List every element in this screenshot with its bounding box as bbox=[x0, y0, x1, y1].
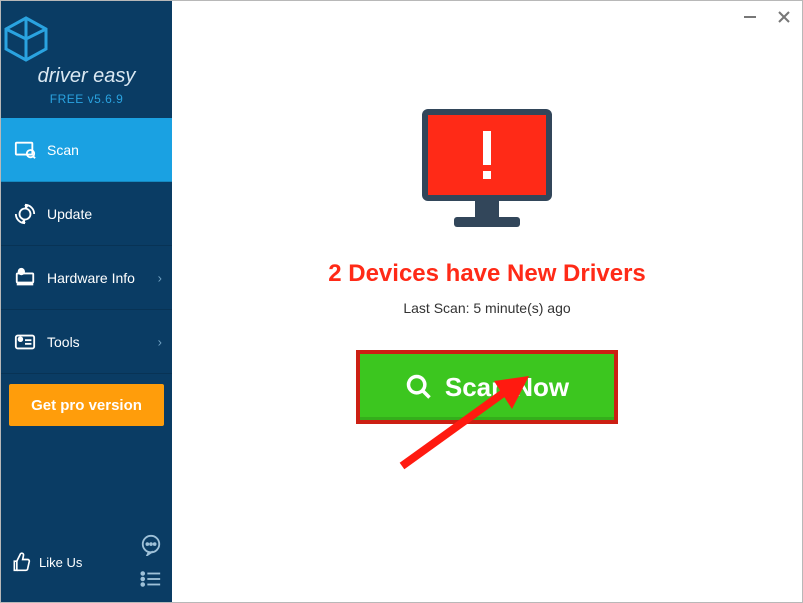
nav-hardware-label: Hardware Info bbox=[47, 270, 135, 286]
headline-text: 2 Devices have New Drivers bbox=[328, 260, 646, 288]
app-window: driver easy FREE v5.6.9 Scan bbox=[1, 1, 802, 602]
thumbsup-icon bbox=[11, 552, 31, 572]
like-us-label: Like Us bbox=[39, 555, 82, 570]
nav-scan-label: Scan bbox=[47, 142, 79, 158]
scan-now-button[interactable]: Scan Now bbox=[356, 350, 618, 424]
close-button[interactable] bbox=[774, 7, 794, 27]
chevron-right-icon: › bbox=[158, 334, 162, 349]
feedback-icon[interactable] bbox=[140, 534, 162, 556]
nav-hardware[interactable]: Hardware Info › bbox=[1, 246, 172, 310]
nav-tools[interactable]: Tools › bbox=[1, 310, 172, 374]
tools-icon bbox=[13, 330, 37, 354]
main-panel: 2 Devices have New Drivers Last Scan: 5 … bbox=[172, 1, 802, 602]
lastscan-text: Last Scan: 5 minute(s) ago bbox=[403, 300, 570, 316]
drivereasy-logo-icon bbox=[1, 15, 51, 63]
search-icon bbox=[405, 373, 433, 401]
menu-list-icon[interactable] bbox=[140, 568, 162, 590]
monitor-alert-icon bbox=[412, 101, 562, 236]
brand-version: FREE v5.6.9 bbox=[1, 92, 172, 106]
scan-icon bbox=[13, 138, 37, 162]
nav-update[interactable]: Update bbox=[1, 182, 172, 246]
sidebar-footer: Like Us bbox=[1, 526, 172, 602]
nav-scan[interactable]: Scan bbox=[1, 118, 172, 182]
nav-tools-label: Tools bbox=[47, 334, 80, 350]
brand-name: driver easy bbox=[1, 65, 172, 88]
update-icon bbox=[13, 202, 37, 226]
hardware-icon bbox=[13, 266, 37, 290]
minimize-button[interactable] bbox=[740, 7, 760, 27]
content: 2 Devices have New Drivers Last Scan: 5 … bbox=[172, 1, 802, 424]
like-us-button[interactable]: Like Us bbox=[11, 552, 82, 572]
nav-update-label: Update bbox=[47, 206, 92, 222]
sidebar: driver easy FREE v5.6.9 Scan bbox=[1, 1, 172, 602]
titlebar-controls bbox=[740, 7, 794, 27]
nav: Scan Update bbox=[1, 118, 172, 374]
scan-now-label: Scan Now bbox=[445, 372, 569, 403]
chevron-right-icon: › bbox=[158, 270, 162, 285]
get-pro-button[interactable]: Get pro version bbox=[9, 384, 164, 426]
logo-block: driver easy FREE v5.6.9 bbox=[1, 1, 172, 118]
